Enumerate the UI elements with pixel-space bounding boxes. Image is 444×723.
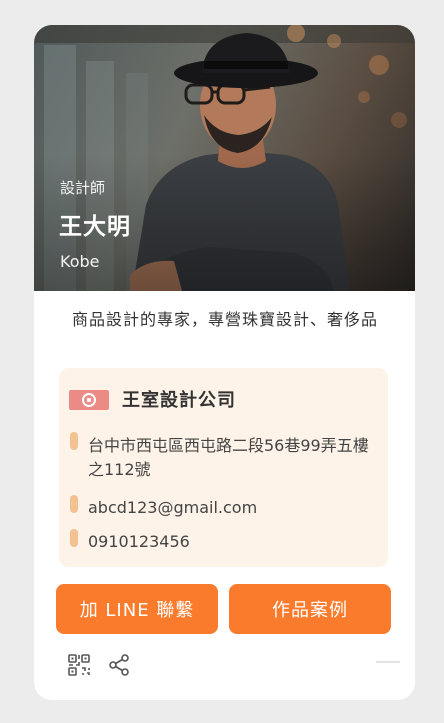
english-name: Kobe bbox=[60, 252, 100, 271]
intro-text: 商品設計的專家，專營珠寶設計、奢侈品 bbox=[72, 310, 379, 329]
hero-photo: 設計師 王大明 Kobe bbox=[34, 25, 415, 291]
company-address[interactable]: 台中市西屯區西屯路二段56巷99弄五樓之112號 bbox=[88, 434, 380, 482]
email-marker bbox=[70, 495, 78, 513]
company-info-panel: 王室設計公司 台中市西屯區西屯路二段56巷99弄五樓之112號 abcd123@… bbox=[59, 368, 388, 567]
watermark-mark bbox=[376, 661, 400, 663]
company-logo bbox=[69, 390, 109, 410]
qr-code-icon[interactable] bbox=[67, 653, 91, 677]
phone-marker bbox=[70, 529, 78, 547]
share-icon[interactable] bbox=[107, 653, 131, 677]
job-title: 設計師 bbox=[60, 179, 106, 197]
company-name: 王室設計公司 bbox=[122, 390, 236, 411]
company-phone[interactable]: 0910123456 bbox=[88, 530, 190, 554]
company-email[interactable]: abcd123@gmail.com bbox=[88, 496, 257, 520]
person-name: 王大明 bbox=[59, 214, 131, 240]
business-card: 設計師 王大明 Kobe 商品設計的專家，專營珠寶設計、奢侈品 王室設計公司 台… bbox=[34, 25, 415, 700]
address-marker bbox=[70, 432, 78, 450]
add-line-button[interactable]: 加 LINE 聯繫 bbox=[56, 584, 218, 634]
seal-icon bbox=[82, 393, 96, 407]
portfolio-button[interactable]: 作品案例 bbox=[229, 584, 391, 634]
